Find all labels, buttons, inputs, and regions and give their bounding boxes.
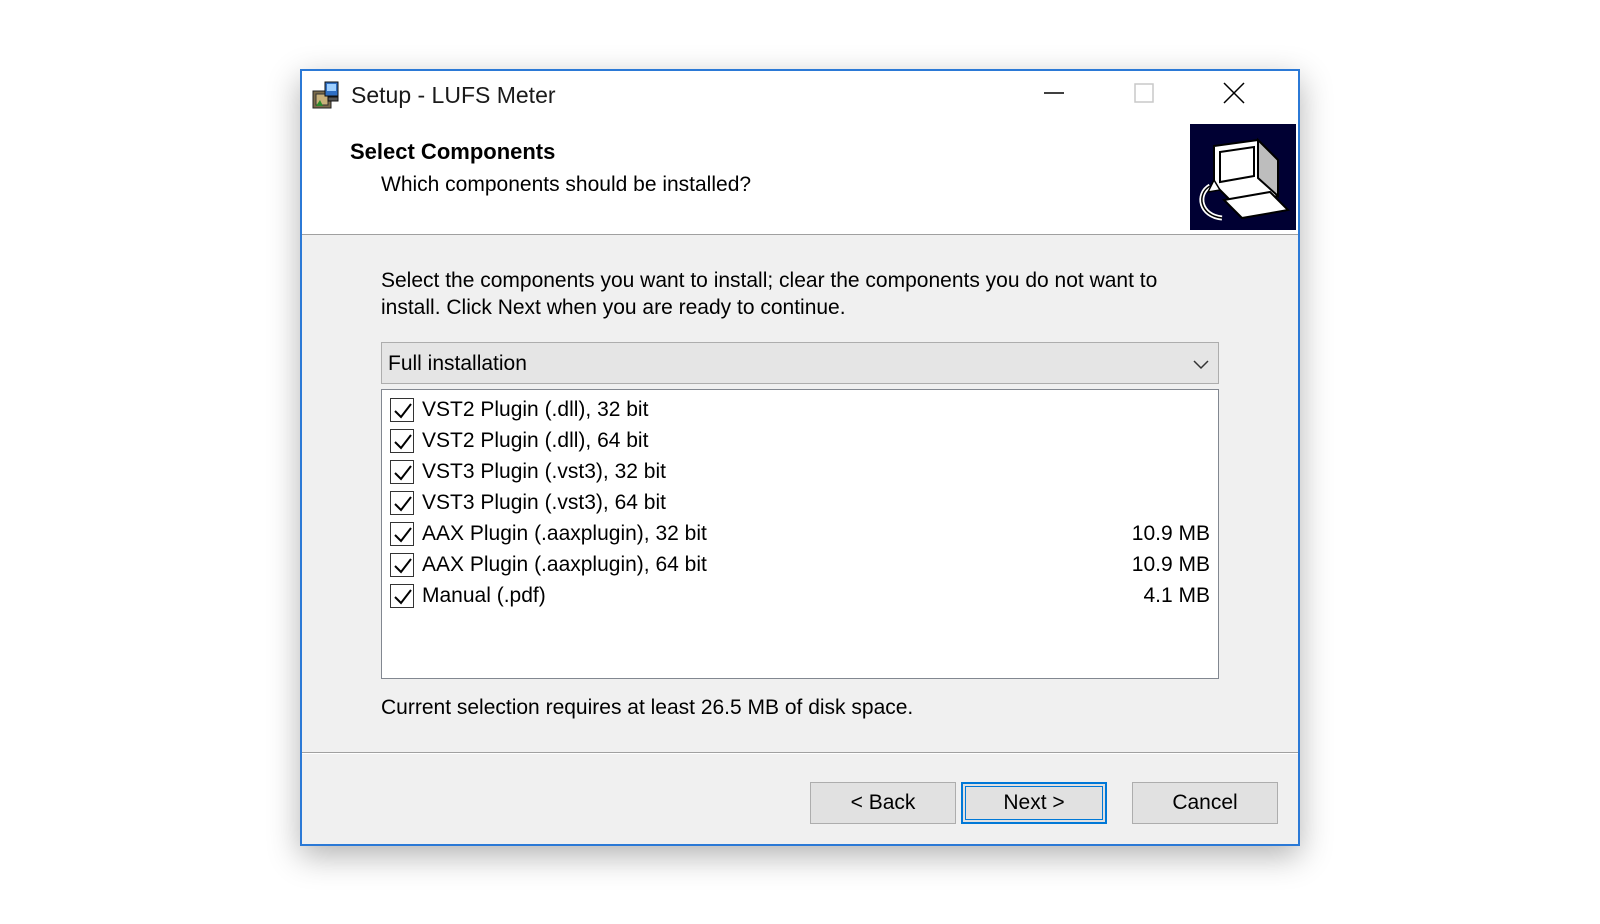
minimize-icon (1043, 82, 1065, 109)
chevron-down-icon (1190, 353, 1212, 375)
window-title: Setup - LUFS Meter (351, 82, 556, 108)
next-button[interactable]: Next > (961, 782, 1107, 824)
install-type-value: Full installation (388, 352, 527, 375)
disk-space-text: Current selection requires at least 26.5… (381, 696, 914, 719)
component-size: 10.9 MB (1131, 522, 1210, 545)
component-checkbox[interactable] (390, 429, 414, 453)
component-checkbox[interactable] (390, 398, 414, 422)
close-icon (1223, 81, 1245, 109)
install-type-select[interactable]: Full installation (381, 342, 1219, 384)
setup-package-icon (310, 79, 342, 111)
component-size: 4.1 MB (1143, 584, 1210, 607)
component-checkbox[interactable] (390, 584, 414, 608)
back-button[interactable]: < Back (810, 782, 956, 824)
component-label: VST2 Plugin (.dll), 32 bit (422, 398, 649, 421)
page-title: Select Components (350, 139, 556, 164)
page-subtitle: Which components should be installed? (381, 173, 752, 196)
components-list[interactable]: VST2 Plugin (.dll), 32 bit VST2 Plugin (… (381, 389, 1219, 679)
component-label: AAX Plugin (.aaxplugin), 32 bit (422, 522, 707, 545)
maximize-icon (1133, 82, 1155, 109)
component-checkbox[interactable] (390, 553, 414, 577)
component-checkbox[interactable] (390, 460, 414, 484)
instructions-text: Select the components you want to instal… (381, 269, 1158, 319)
component-label: AAX Plugin (.aaxplugin), 64 bit (422, 553, 707, 576)
list-item[interactable]: Manual (.pdf) 4.1 MB (390, 580, 1210, 612)
minimize-button[interactable] (1009, 71, 1099, 119)
list-item[interactable]: VST3 Plugin (.vst3), 64 bit (390, 487, 1210, 519)
title-bar[interactable]: Setup - LUFS Meter (302, 71, 1298, 119)
component-label: Manual (.pdf) (422, 584, 546, 607)
list-item[interactable]: AAX Plugin (.aaxplugin), 32 bit 10.9 MB (390, 518, 1210, 550)
computer-install-icon (1190, 124, 1296, 230)
cancel-button[interactable]: Cancel (1132, 782, 1278, 824)
component-size: 10.9 MB (1131, 553, 1210, 576)
component-label: VST2 Plugin (.dll), 64 bit (422, 429, 649, 452)
component-label: VST3 Plugin (.vst3), 32 bit (422, 460, 666, 483)
wizard-header: Select Components Which components shoul… (302, 119, 1298, 235)
close-button[interactable] (1189, 71, 1279, 119)
component-label: VST3 Plugin (.vst3), 64 bit (422, 491, 666, 514)
setup-window: Setup - LUFS Meter Select Components Whi… (300, 69, 1300, 846)
list-item[interactable]: AAX Plugin (.aaxplugin), 64 bit 10.9 MB (390, 549, 1210, 581)
component-checkbox[interactable] (390, 491, 414, 515)
component-checkbox[interactable] (390, 522, 414, 546)
list-item[interactable]: VST2 Plugin (.dll), 32 bit (390, 394, 1210, 426)
list-item[interactable]: VST3 Plugin (.vst3), 32 bit (390, 456, 1210, 488)
footer-divider-highlight (302, 753, 1298, 754)
maximize-button (1099, 71, 1189, 119)
list-item[interactable]: VST2 Plugin (.dll), 64 bit (390, 425, 1210, 457)
